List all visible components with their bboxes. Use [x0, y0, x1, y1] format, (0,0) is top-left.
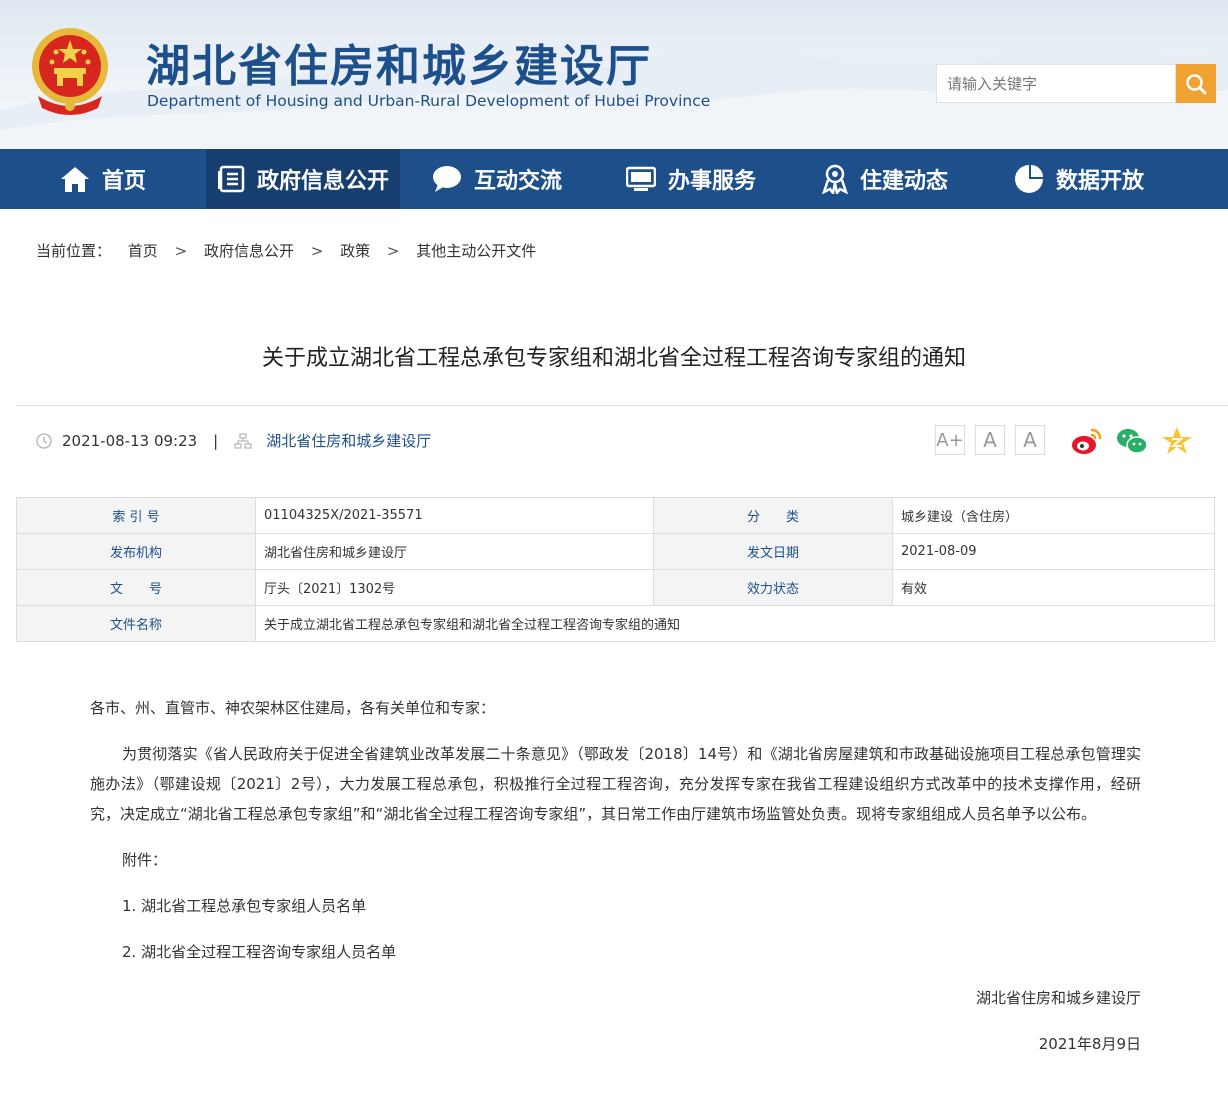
publish-datetime: 2021-08-13 09:23: [62, 431, 198, 450]
value-index-number: 01104325X/2021-35571: [255, 497, 654, 534]
table-row: 文 号 厅头〔2021〕1302号 效力状态 有效: [16, 569, 1215, 606]
site-subtitle: Department of Housing and Urban-Rural De…: [147, 92, 711, 110]
table-row: 文件名称 关于成立湖北省工程总承包专家组和湖北省全过程工程咨询专家组的通知: [16, 605, 1215, 642]
pie-chart-icon: [1014, 164, 1044, 194]
award-icon: [822, 164, 848, 194]
nav-label: 办事服务: [667, 169, 756, 194]
signature-date: 2021年8月9日: [1038, 1035, 1141, 1053]
monitor-icon: [625, 166, 656, 192]
value-category: 城乡建设（含住房）: [892, 497, 1215, 534]
document-list-icon: [217, 165, 245, 193]
font-decrease-button[interactable]: A: [975, 425, 1005, 455]
breadcrumb-separator: >: [386, 242, 400, 260]
value-validity: 有效: [892, 569, 1215, 606]
site-title: 湖北省住房和城乡建设厅: [146, 41, 652, 92]
breadcrumb: 当前位置： 首页 > 政府信息公开 > 政策 > 其他主动公开文件: [36, 240, 536, 261]
article-title: 关于成立湖北省工程总承包专家组和湖北省全过程工程咨询专家组的通知: [261, 346, 966, 371]
nav-label: 互动交流: [473, 169, 562, 194]
value-document-number: 厅头〔2021〕1302号: [255, 569, 654, 606]
search-button[interactable]: [1176, 64, 1216, 103]
qzone-icon[interactable]: [1160, 424, 1194, 458]
font-increase-button[interactable]: A+: [935, 425, 965, 455]
label-category: 分 类: [653, 497, 893, 534]
site-header: 湖北省住房和城乡建设厅 Department of Housing and Ur…: [0, 0, 1228, 149]
label-file-name: 文件名称: [16, 605, 256, 642]
label-index-number: 索 引 号: [16, 497, 256, 534]
nav-label: 政府信息公开: [256, 169, 389, 194]
breadcrumb-gov-info[interactable]: 政府信息公开: [204, 242, 294, 260]
nav-item-news[interactable]: 住建动态: [788, 149, 982, 209]
attachment-label: 附件：: [122, 851, 168, 869]
breadcrumb-home[interactable]: 首页: [128, 242, 158, 260]
value-issuer: 湖北省住房和城乡建设厅: [255, 533, 654, 570]
national-emblem-icon: [32, 28, 108, 115]
chat-bubble-icon: [432, 165, 462, 193]
breadcrumb-separator: >: [310, 242, 324, 260]
nav-item-gov-info[interactable]: 政府信息公开: [206, 149, 400, 209]
home-icon: [60, 165, 90, 193]
nav-item-interaction[interactable]: 互动交流: [400, 149, 594, 209]
article-body: 各市、州、直管市、神农架林区住建局，各有关单位和专家： 为贯彻落实《省人民政府关…: [90, 693, 1141, 1059]
breadcrumb-other-files[interactable]: 其他主动公开文件: [416, 242, 536, 260]
nav-label: 住建动态: [859, 169, 948, 194]
nav-item-home[interactable]: 首页: [0, 149, 206, 209]
label-validity: 效力状态: [653, 569, 893, 606]
salutation: 各市、州、直管市、神农架林区住建局，各有关单位和专家：: [90, 699, 496, 717]
value-file-name: 关于成立湖北省工程总承包专家组和湖北省全过程工程咨询专家组的通知: [255, 605, 1215, 642]
font-reset-button[interactable]: A: [1015, 425, 1045, 455]
label-document-number: 文 号: [16, 569, 256, 606]
clock-icon: [36, 432, 52, 449]
breadcrumb-policy[interactable]: 政策: [340, 242, 370, 260]
search-box: [936, 64, 1216, 103]
nav-item-services[interactable]: 办事服务: [594, 149, 788, 209]
value-issue-date: 2021-08-09: [892, 533, 1215, 570]
breadcrumb-prefix: 当前位置：: [36, 242, 112, 260]
attachment-link-2[interactable]: 2. 湖北省全过程工程咨询专家组人员名单: [90, 937, 1141, 967]
search-icon: [1186, 73, 1207, 94]
body-paragraph: 为贯彻落实《省人民政府关于促进全省建筑业改革发展二十条意见》（鄂政发〔2018〕…: [90, 745, 1141, 823]
nav-item-open-data[interactable]: 数据开放: [982, 149, 1176, 209]
weibo-icon[interactable]: [1070, 424, 1104, 458]
organization-icon: [234, 432, 252, 449]
search-input[interactable]: [936, 64, 1176, 103]
table-row: 索 引 号 01104325X/2021-35571 分 类 城乡建设（含住房）: [16, 497, 1215, 534]
meta-separator: |: [213, 431, 219, 450]
signature: 湖北省住房和城乡建设厅: [975, 989, 1141, 1007]
attachment-link-1[interactable]: 1. 湖北省工程总承包专家组人员名单: [90, 891, 1141, 921]
source-organization: 湖北省住房和城乡建设厅: [266, 432, 432, 450]
label-issuer: 发布机构: [16, 533, 256, 570]
article-meta: 2021-08-13 09:23 | 湖北省住房和城乡建设厅: [36, 430, 431, 451]
wechat-icon[interactable]: [1115, 424, 1149, 458]
document-info-table: 索 引 号 01104325X/2021-35571 分 类 城乡建设（含住房）…: [16, 497, 1215, 642]
share-buttons: [1070, 424, 1205, 458]
table-row: 发布机构 湖北省住房和城乡建设厅 发文日期 2021-08-09: [16, 533, 1215, 570]
breadcrumb-separator: >: [174, 242, 188, 260]
font-size-controls: A+ A A: [935, 425, 1055, 455]
divider: [16, 405, 1228, 406]
main-nav: 首页 政府信息公开 互动交流 办事服务 住建动态 数据开放: [0, 149, 1228, 209]
nav-label: 首页: [101, 169, 146, 194]
nav-label: 数据开放: [1055, 169, 1144, 194]
label-issue-date: 发文日期: [653, 533, 893, 570]
